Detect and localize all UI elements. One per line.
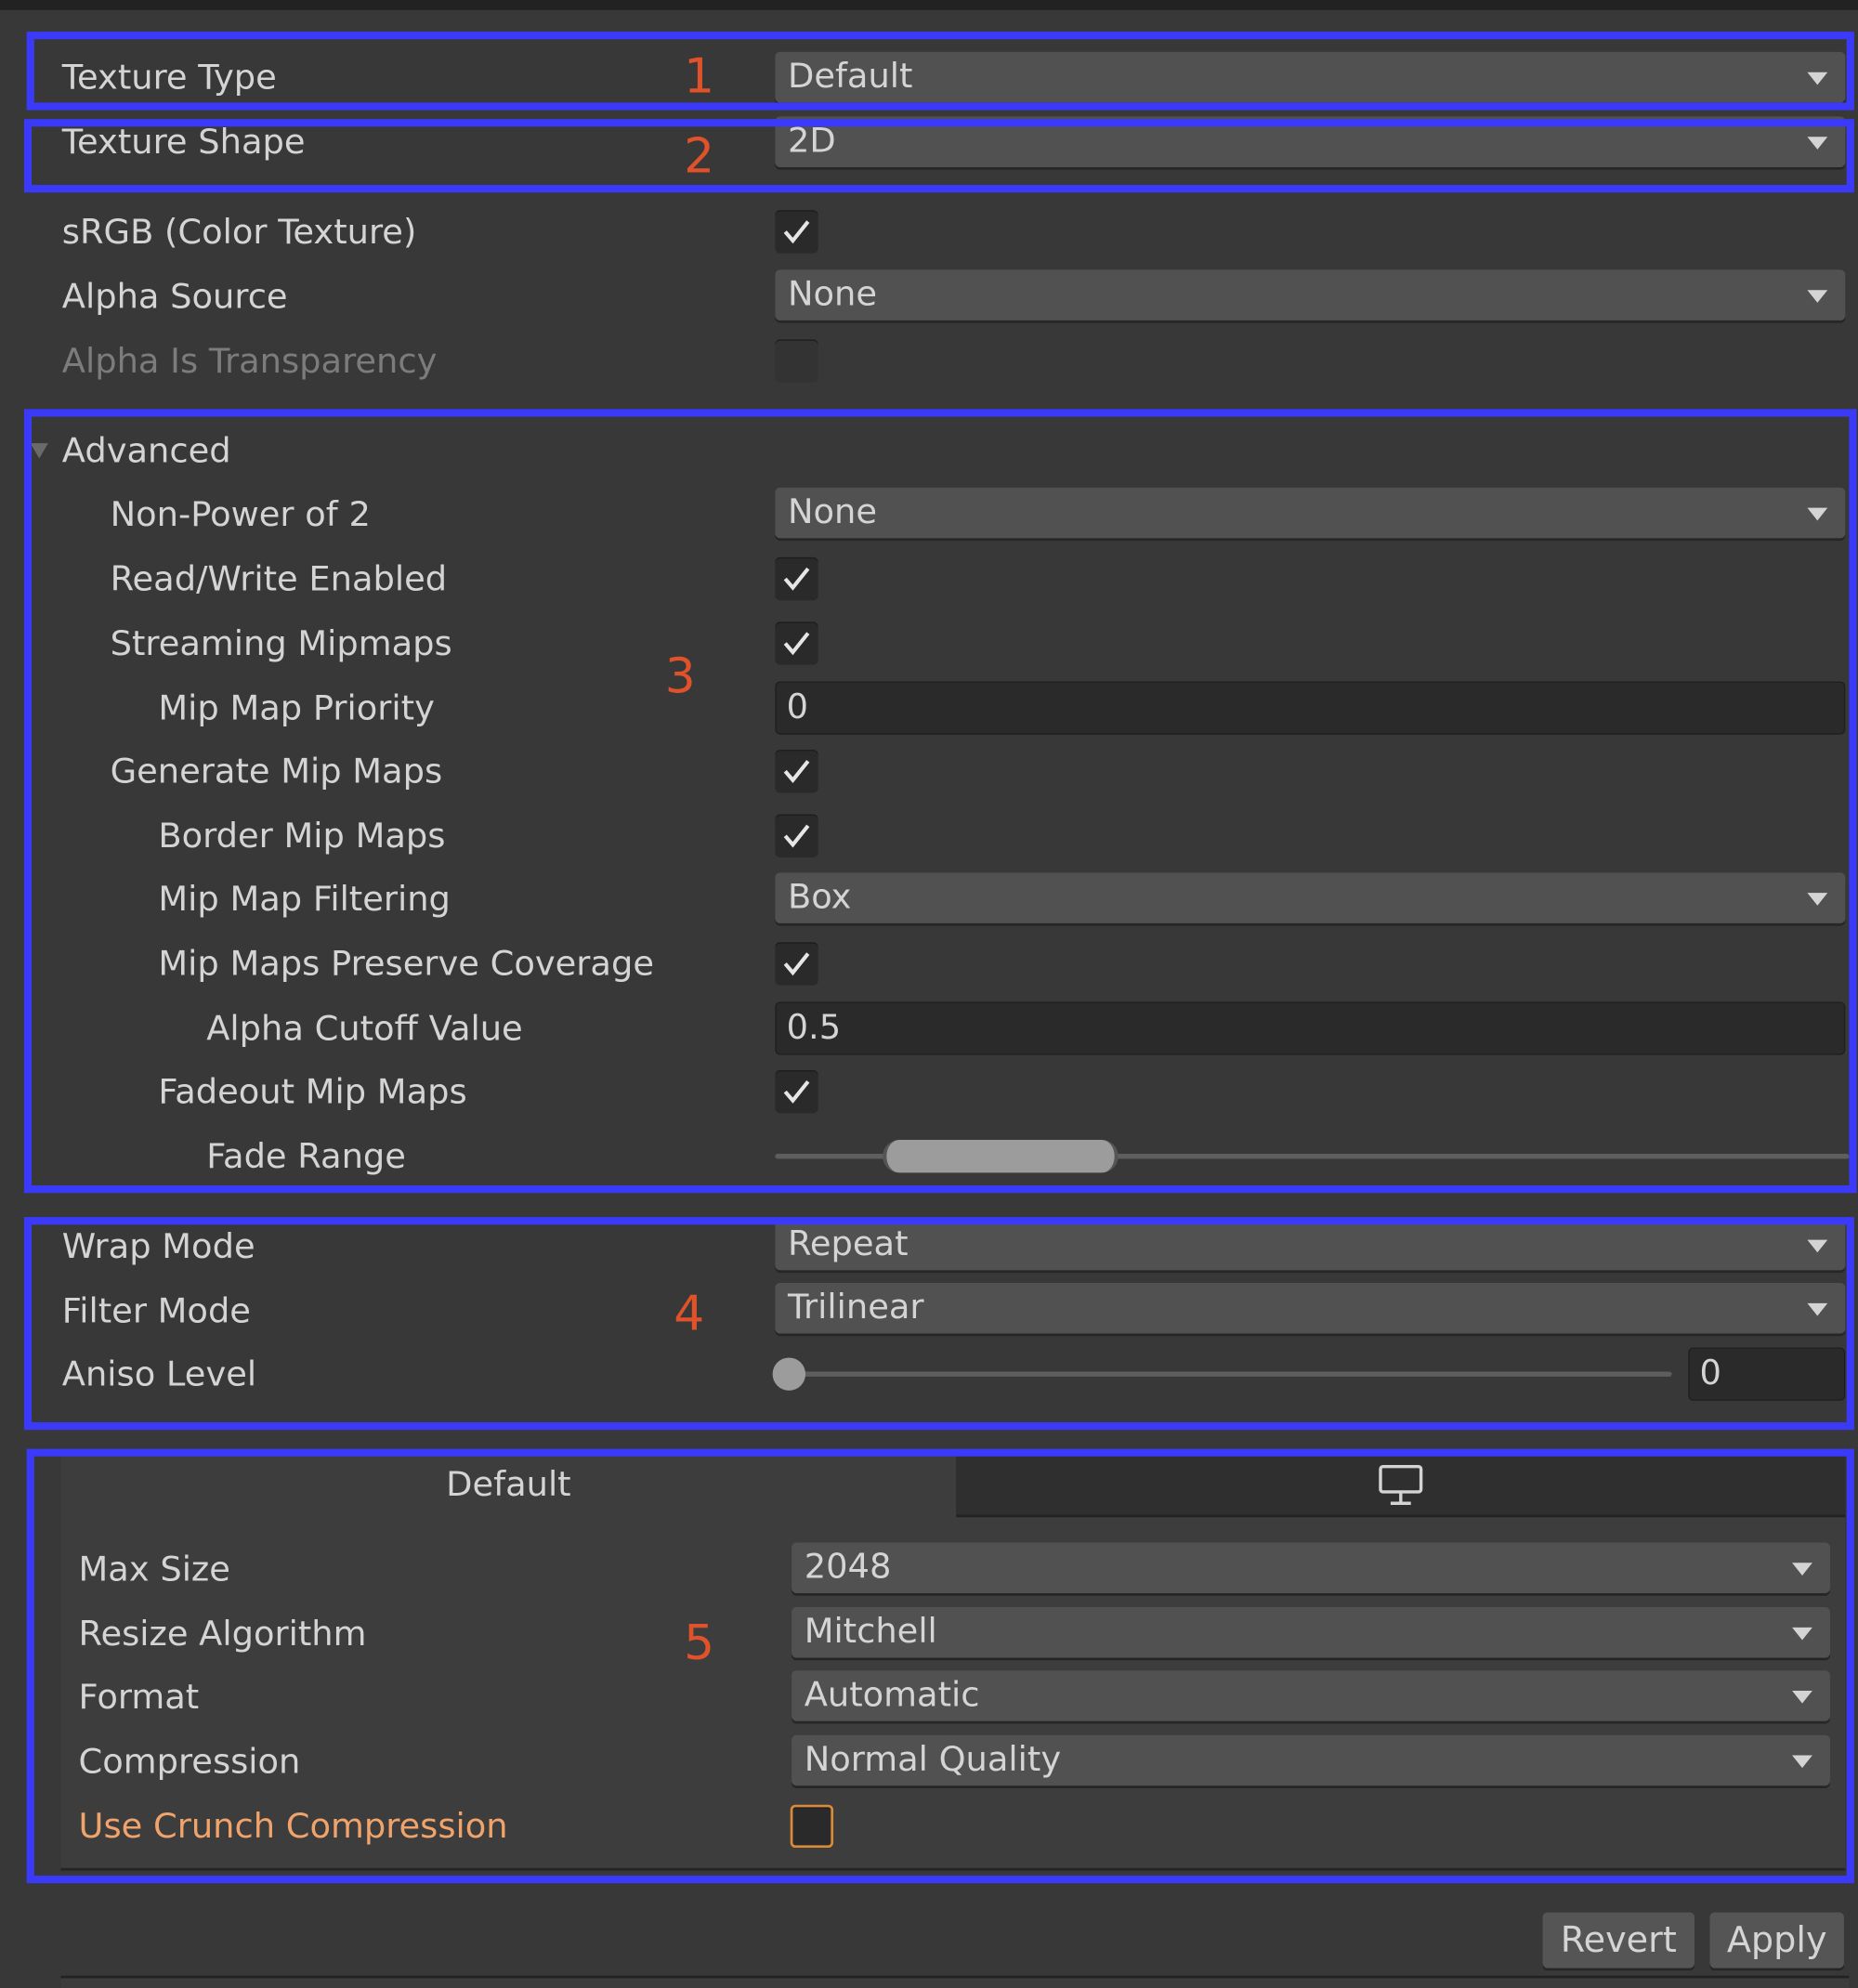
annotation-box-1 bbox=[26, 32, 1854, 111]
annotation-number-1: 1 bbox=[684, 47, 715, 104]
srgb-label: sRGB (Color Texture) bbox=[61, 213, 417, 253]
annotation-number-3: 3 bbox=[664, 648, 696, 704]
revert-button[interactable]: Revert bbox=[1542, 1912, 1695, 1968]
apply-button[interactable]: Apply bbox=[1709, 1912, 1844, 1968]
annotation-number-2: 2 bbox=[684, 127, 715, 184]
alpha-source-dropdown[interactable]: None bbox=[775, 269, 1846, 320]
annotation-box-4 bbox=[23, 1217, 1854, 1431]
annotation-number-5: 5 bbox=[684, 1615, 715, 1671]
alpha-source-label: Alpha Source bbox=[61, 277, 288, 317]
checkmark-icon bbox=[783, 220, 810, 244]
alpha-is-transparency-label: Alpha Is Transparency bbox=[61, 342, 438, 382]
annotation-box-3 bbox=[23, 409, 1857, 1194]
chevron-down-icon bbox=[1807, 290, 1828, 303]
bottom-panel-edge bbox=[60, 1975, 1850, 1988]
annotation-box-2 bbox=[23, 119, 1854, 193]
annotation-box-5 bbox=[26, 1448, 1854, 1884]
srgb-checkbox[interactable] bbox=[775, 210, 818, 254]
alpha-is-transparency-checkbox[interactable] bbox=[775, 339, 818, 383]
alpha-source-value: None bbox=[787, 274, 878, 315]
top-divider bbox=[0, 0, 1858, 10]
annotation-number-4: 4 bbox=[674, 1285, 705, 1341]
texture-import-inspector: Texture Type Default Texture Shape 2D sR… bbox=[0, 0, 1858, 1988]
